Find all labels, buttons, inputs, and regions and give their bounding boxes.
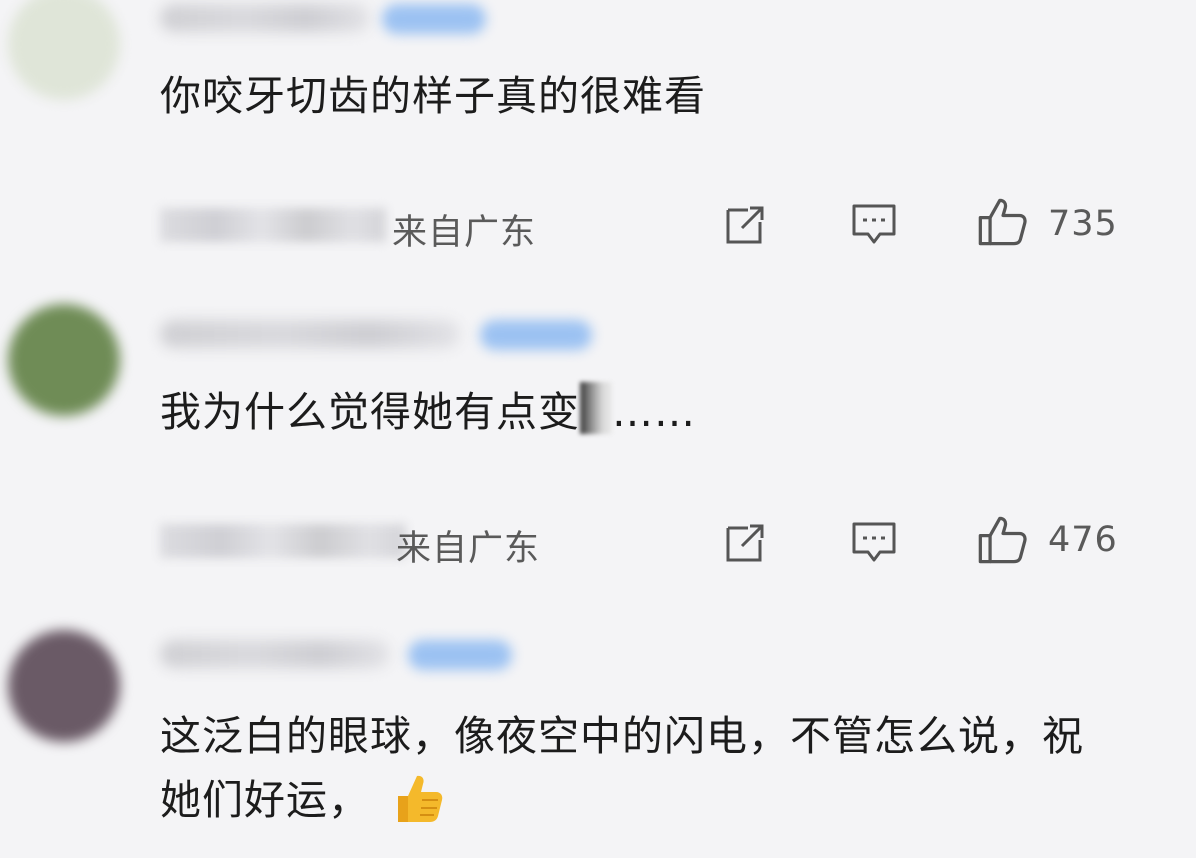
avatar[interactable]	[8, 304, 120, 416]
user-badge	[480, 320, 592, 350]
comment-icon[interactable]	[850, 518, 898, 566]
meta-redacted	[160, 208, 386, 242]
location-label: 来自广东	[392, 213, 537, 253]
comment-text: 这泛白的眼球，像夜空中的闪电，不管怎么说，祝她们好运，	[160, 704, 1120, 832]
username-redacted[interactable]	[160, 320, 460, 348]
comment-text: 我为什么觉得她有点变 ……	[160, 380, 1140, 444]
comment-text: 你咬牙切齿的样子真的很难看	[160, 72, 706, 120]
like-count: 476	[1048, 520, 1118, 560]
avatar[interactable]	[8, 630, 120, 742]
share-icon[interactable]	[722, 200, 770, 248]
comment-icon[interactable]	[850, 200, 898, 248]
user-badge	[382, 4, 486, 34]
like-count: 735	[1048, 204, 1118, 244]
comment-item: 我为什么觉得她有点变 …… 来自广东 476	[0, 290, 1196, 610]
thumbs-up-icon[interactable]	[976, 196, 1028, 248]
username-redacted[interactable]	[160, 4, 370, 32]
comment-text-part: 这泛白的眼球，像夜空中的闪电，不管怎么说，祝她们好运，	[160, 712, 1084, 824]
comment-item: 你咬牙切齿的样子真的很难看 来自广东 735	[0, 0, 1196, 290]
user-badge	[408, 640, 512, 670]
comment-text-part: 我为什么觉得她有点变	[160, 388, 580, 436]
avatar[interactable]	[8, 0, 120, 100]
comment-item: 这泛白的眼球，像夜空中的闪电，不管怎么说，祝她们好运，	[0, 610, 1196, 858]
comment-text-part: ……	[612, 388, 696, 436]
share-icon[interactable]	[722, 518, 770, 566]
thumbs-up-icon[interactable]	[976, 514, 1028, 566]
redacted-character	[580, 382, 612, 434]
username-redacted[interactable]	[160, 640, 390, 668]
location-label: 来自广东	[396, 529, 541, 569]
meta-redacted	[160, 524, 406, 558]
thumbs-up-emoji	[398, 775, 443, 822]
